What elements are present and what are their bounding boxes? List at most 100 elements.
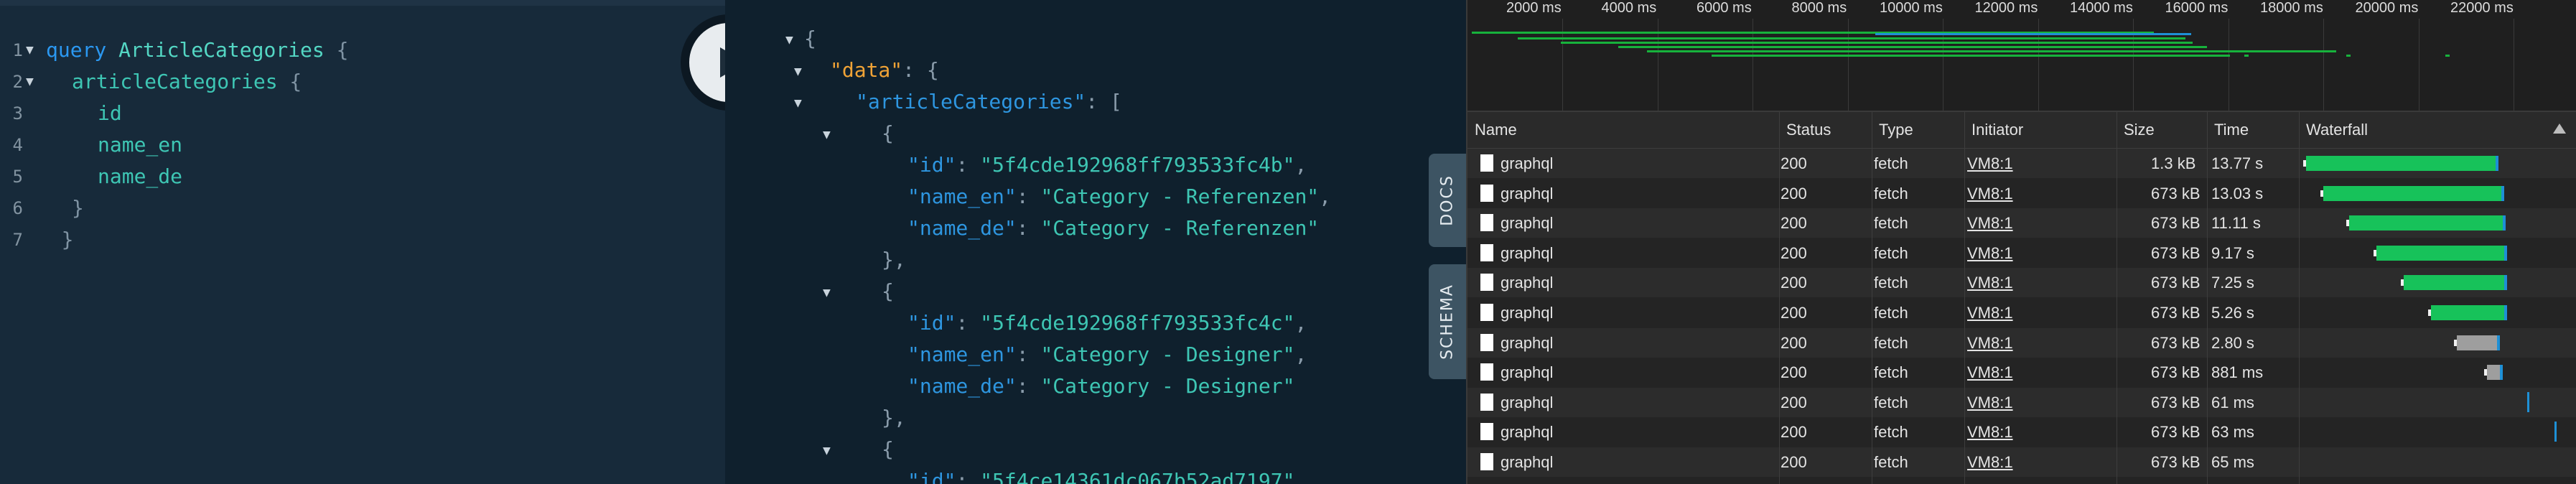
cell-type: fetch: [1874, 363, 1908, 382]
col-header-waterfall[interactable]: Waterfall: [2299, 112, 2576, 149]
cell-initiator[interactable]: VM8:1: [1967, 417, 2013, 447]
json-token: "data": [830, 58, 903, 82]
cell-initiator[interactable]: VM8:1: [1967, 328, 2013, 358]
cell-name: graphql: [1501, 393, 1554, 411]
network-row[interactable]: graphql 200 fetch VM8:1 1.3 kB 13.77 s: [1467, 149, 2576, 178]
col-header-size[interactable]: Size: [2117, 112, 2207, 149]
col-separator[interactable]: [1964, 112, 1965, 484]
cell-initiator[interactable]: VM8:1: [1967, 208, 2013, 238]
cell-type: fetch: [1874, 274, 1908, 292]
json-token: },: [882, 406, 906, 429]
fold-arrow-icon[interactable]: ▼: [823, 119, 831, 151]
line-number: 2: [12, 72, 23, 92]
network-row[interactable]: graphql 200 fetch VM8:1 673 kB 65 ms: [1467, 447, 2576, 477]
line-number: 7: [12, 230, 23, 250]
waterfall-bar: [2376, 245, 2504, 261]
cell-initiator[interactable]: VM8:1: [1967, 238, 2013, 268]
fold-arrow-icon[interactable]: ▼: [794, 56, 802, 88]
query-line-text: id: [98, 98, 122, 129]
cell-name: graphql: [1501, 243, 1554, 262]
document-icon: [1480, 453, 1493, 470]
col-header-status[interactable]: Status: [1779, 112, 1872, 149]
cell-status: 200: [1781, 214, 1807, 233]
overview-tick-label: 22000 ms: [2450, 0, 2514, 16]
document-icon: [1480, 333, 1493, 351]
network-row[interactable]: graphql 200 fetch VM8:1 673 kB 63 ms: [1467, 417, 2576, 447]
result-line: {: [804, 23, 816, 55]
col-separator[interactable]: [1779, 112, 1780, 484]
result-line: "name_de": "Category - Designer": [907, 371, 1294, 402]
fold-arrow-icon[interactable]: ▼: [794, 88, 802, 119]
col-header-time[interactable]: Time: [2207, 112, 2299, 149]
cell-initiator[interactable]: VM8:1: [1967, 447, 2013, 477]
result-line: {: [882, 118, 894, 149]
network-row[interactable]: graphql 200 fetch VM8:1 673 kB 7.25 s: [1467, 268, 2576, 298]
fold-arrow-icon[interactable]: ▼: [26, 66, 34, 98]
query-editor[interactable]: 1 ▼ query ArticleCategories {2 ▼ articleCate…: [0, 0, 725, 484]
waterfall-download: [2500, 365, 2503, 381]
cell-name: graphql: [1501, 453, 1554, 471]
result-line: "name_en": "Category - Referenzen",: [907, 181, 1331, 213]
cell-time: 63 ms: [2211, 423, 2254, 442]
cell-name: graphql: [1501, 423, 1554, 442]
fold-arrow-icon[interactable]: ▼: [823, 435, 831, 467]
col-separator[interactable]: [2299, 112, 2300, 484]
schema-tab-label: SCHEMA: [1438, 284, 1457, 360]
result-line: {: [882, 434, 894, 465]
network-row[interactable]: graphql 200 fetch VM8:1 673 kB 9.17 s: [1467, 238, 2576, 268]
col-header-type[interactable]: Type: [1872, 112, 1964, 149]
cell-time: 2.80 s: [2211, 333, 2254, 352]
document-icon: [1480, 423, 1493, 441]
fold-arrow-icon[interactable]: ▼: [823, 277, 831, 309]
result-line: "articleCategories": [: [856, 86, 1122, 118]
network-overview-timeline[interactable]: 2000 ms 4000 ms 6000 ms 8000 ms 10000 ms 1200…: [1467, 0, 2576, 112]
waterfall-bar: [2431, 305, 2504, 320]
cell-name: graphql: [1501, 184, 1554, 203]
cell-name: graphql: [1501, 274, 1554, 292]
waterfall-download: [2504, 305, 2507, 320]
overview-gridline: [2323, 19, 2324, 111]
result-line: "id": "5f4cde192968ff793533fc4c",: [907, 307, 1307, 339]
cell-name: graphql: [1501, 214, 1554, 233]
document-icon: [1480, 304, 1493, 321]
cell-time: 5.26 s: [2211, 304, 2254, 322]
overview-request-bar: [2346, 55, 2351, 57]
docs-tab[interactable]: DOCS: [1429, 154, 1466, 247]
fold-arrow-icon[interactable]: ▼: [26, 34, 34, 66]
result-line: "data": {: [830, 55, 939, 86]
network-row[interactable]: graphql 200 fetch VM8:1 673 kB 13.03 s: [1467, 178, 2576, 208]
json-token: "5f4cde192968ff793533fc4c": [980, 311, 1295, 335]
col-header-initiator[interactable]: Initiator: [1964, 112, 2117, 149]
waterfall-download: [2497, 335, 2500, 350]
network-row[interactable]: graphql 200 fetch VM8:1 673 kB 5.26 s: [1467, 298, 2576, 327]
network-row[interactable]: graphql 200 fetch VM8:1 673 kB 2.80 s: [1467, 327, 2576, 358]
network-row[interactable]: graphql 200 fetch VM8:1 673 kB 881 ms: [1467, 358, 2576, 388]
json-token: "Category - Designer": [1040, 343, 1295, 366]
line-number: 5: [12, 167, 23, 187]
cell-initiator[interactable]: VM8:1: [1967, 149, 2013, 178]
json-token: "name_de": [907, 374, 1017, 398]
cell-initiator[interactable]: VM8:1: [1967, 268, 2013, 297]
cell-initiator[interactable]: VM8:1: [1967, 179, 2013, 208]
cell-initiator[interactable]: VM8:1: [1967, 388, 2013, 417]
cell-initiator[interactable]: VM8:1: [1967, 298, 2013, 327]
cell-type: fetch: [1874, 453, 1908, 471]
json-token: },: [882, 248, 906, 271]
sort-ascending-icon[interactable]: [2553, 124, 2566, 134]
query-line-text: }: [72, 192, 84, 224]
json-token: :: [956, 311, 981, 335]
overview-tick-label: 20000 ms: [2355, 0, 2419, 16]
schema-tab[interactable]: SCHEMA: [1429, 264, 1466, 379]
json-token: "Category - Referenzen": [1040, 216, 1320, 240]
cell-status: 200: [1781, 243, 1807, 262]
cell-initiator[interactable]: VM8:1: [1967, 358, 2013, 387]
code-token: }: [61, 228, 74, 251]
json-token: :: [1016, 374, 1041, 398]
network-row[interactable]: graphql 200 fetch VM8:1 673 kB 61 ms: [1467, 387, 2576, 417]
result-line: },: [882, 402, 906, 434]
network-row[interactable]: graphql 200 fetch VM8:1 673 kB 11.11 s: [1467, 208, 2576, 238]
fold-arrow-icon[interactable]: ▼: [785, 24, 793, 56]
col-separator[interactable]: [2207, 112, 2208, 484]
col-header-name[interactable]: Name: [1467, 112, 1779, 149]
result-line: "id": "5f4cde192968ff793533fc4b",: [907, 149, 1307, 181]
